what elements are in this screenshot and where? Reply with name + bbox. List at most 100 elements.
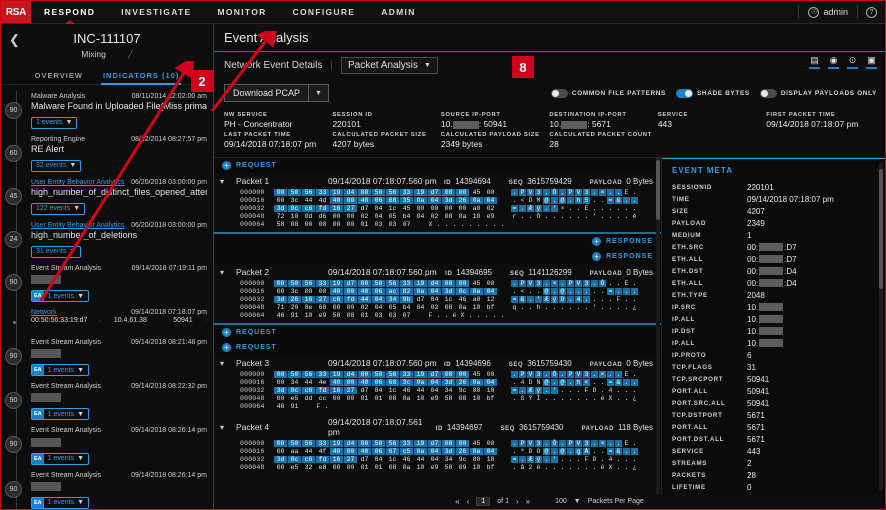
event-meta-row[interactable]: PORT.ALL 50941 [662, 385, 885, 397]
packet-scrollbar-thumb[interactable] [656, 160, 660, 220]
packet-header[interactable]: ▾ Packet 1 09/14/2018 07:18:07.560 pm ID 143… [214, 173, 661, 188]
indicator-source[interactable]: User Entity Behavior Analytics [31, 179, 124, 186]
event-meta-row[interactable]: ETH.ALL 00::D4 [662, 277, 885, 289]
download-pcap-dropdown[interactable]: ▼ [309, 84, 329, 102]
tab-indicators[interactable]: INDICATORS (10) [100, 68, 182, 85]
event-meta-row[interactable]: ETH.ALL 00::D7 [662, 253, 885, 265]
hex-byte: 45 [472, 280, 481, 287]
next-page-button[interactable]: › [516, 497, 519, 506]
event-meta-row[interactable]: SIZE 4207 [662, 205, 885, 217]
expand-icon[interactable]: + [592, 237, 602, 246]
indicator-source[interactable]: Network [31, 309, 57, 316]
list-view-icon[interactable]: ▤ [809, 56, 820, 69]
packet-header[interactable]: ▾ Packet 4 09/14/2018 07:18:07.561 pm ID 143… [214, 414, 661, 439]
expand-icon[interactable]: + [222, 343, 231, 352]
events-pill[interactable]: 32 events ▼ [31, 159, 82, 172]
events-pill[interactable]: EA 1 events ▼ [31, 496, 90, 509]
event-meta-row[interactable]: PORT.DST.ALL 5671 [662, 433, 885, 445]
event-meta-row[interactable]: ETH.SRC 00::D7 [662, 241, 885, 253]
indicator-item[interactable]: 60 Reporting Engine 08/12/2014 08:27:57 pm… [1, 132, 213, 175]
back-chevron-icon[interactable]: ❮ [9, 32, 20, 48]
ascii-char: . [592, 448, 597, 455]
event-meta-row[interactable]: IP.DST 10. [662, 325, 885, 337]
event-meta-row[interactable]: LIFETIME 0 [662, 481, 885, 493]
download-pcap-button[interactable]: Download PCAP [224, 84, 310, 102]
event-meta-row[interactable]: IP.SRC 10. [662, 301, 885, 313]
per-page-value[interactable]: 100 [555, 498, 567, 505]
packet-list[interactable]: + REQUEST ▾ Packet 1 09/14/2018 07:18:07.560… [214, 158, 662, 494]
events-pill[interactable]: EA 1 events ▼ [31, 408, 90, 421]
indicators-timeline[interactable]: 90 Malware Analysis 08/11/2014 12:02:00 am… [1, 85, 213, 509]
indicator-item[interactable]: 90 Event Stream Analysis 09/14/2018 08:22:… [1, 379, 213, 423]
event-meta-row[interactable]: SESSIONID 220101 [662, 181, 885, 193]
event-meta-row[interactable]: IP.PROTO 6 [662, 349, 885, 361]
event-meta-row[interactable]: TCP.FLAGS 31 [662, 361, 885, 373]
file-view-icon[interactable]: ⊙ [847, 56, 858, 69]
event-meta-row[interactable]: IP.ALL 10. [662, 313, 885, 325]
first-page-button[interactable]: « [455, 497, 459, 506]
indicator-item[interactable]: 90 Malware Analysis 08/11/2014 12:02:00 am… [1, 89, 213, 132]
packet-header[interactable]: ▾ Packet 3 09/14/2018 07:18:07.560 pm ID 143… [214, 355, 661, 370]
event-meta-row[interactable]: TCP.SRCPORT 50941 [662, 373, 885, 385]
per-page-chevron-icon[interactable]: ▼ [574, 498, 581, 505]
nav-item-respond[interactable]: RESPOND [31, 1, 108, 23]
event-meta-row[interactable]: SERVICE 443 [662, 445, 885, 457]
indicator-source[interactable]: User Entity Behavior Analytics [31, 222, 124, 229]
indicator-item[interactable]: 90 Event Stream Analysis 09/14/2018 07:19:… [1, 261, 213, 305]
event-meta-row[interactable]: TCP.DSTPORT 5671 [662, 409, 885, 421]
ascii-char: ý [551, 296, 558, 303]
last-page-button[interactable]: » [526, 497, 530, 506]
help-button[interactable]: ? [858, 6, 885, 18]
expand-icon[interactable]: + [222, 161, 231, 170]
nav-item-monitor[interactable]: MONITOR [204, 1, 279, 23]
event-meta-row[interactable]: TIME 09/14/2018 07:18:07 pm [662, 193, 885, 205]
meta-label: NW SERVICE [224, 112, 268, 118]
user-menu[interactable]: ☉ admin [799, 6, 857, 18]
collapse-chevron-icon[interactable]: ▾ [220, 423, 230, 432]
text-view-icon[interactable]: ▣ [866, 56, 877, 69]
events-pill[interactable]: 1 events ▼ [31, 116, 78, 129]
indicator-item[interactable]: Network 09/14/2018 07:18:07 pm 00:50:56:33… [1, 305, 213, 335]
edit-pencil-icon[interactable]: ╱ [128, 50, 133, 59]
nav-item-admin[interactable]: ADMIN [368, 1, 428, 23]
events-pill[interactable]: 122 events ▼ [31, 202, 86, 215]
current-page-input[interactable]: 1 [476, 497, 491, 506]
meta-scrollbar-thumb[interactable] [879, 169, 883, 289]
collapse-chevron-icon[interactable]: ▾ [220, 268, 230, 277]
event-meta-panel[interactable]: EVENT META SESSIONID 220101 TIME 09/14/2018… [662, 158, 885, 494]
toggle-display-payloads-only[interactable] [759, 88, 777, 98]
nav-item-configure[interactable]: CONFIGURE [280, 1, 369, 23]
events-pill[interactable]: EA 1 events ▼ [31, 290, 90, 303]
prev-page-button[interactable]: ‹ [467, 497, 470, 506]
collapse-chevron-icon[interactable]: ▾ [220, 359, 230, 368]
indicator-item[interactable]: 90 Event Stream Analysis 09/14/2018 08:26:… [1, 423, 213, 467]
nav-item-investigate[interactable]: INVESTIGATE [108, 1, 204, 23]
event-meta-row[interactable]: MEDIUM 1 [662, 229, 885, 241]
indicator-item[interactable]: 90 Event Stream Analysis 09/14/2018 08:26:… [1, 468, 213, 510]
indicator-item[interactable]: 45 User Entity Behavior Analytics 06/20/20… [1, 175, 213, 218]
ascii-char: . [592, 296, 597, 303]
expand-icon[interactable]: + [592, 252, 602, 261]
event-meta-row[interactable]: ETH.TYPE 2048 [662, 289, 885, 301]
event-meta-row[interactable]: PACKETS 28 [662, 469, 885, 481]
indicator-item[interactable]: 24 User Entity Behavior Analytics 06/20/20… [1, 218, 213, 261]
events-pill[interactable]: EA 1 events ▼ [31, 452, 90, 465]
event-meta-row[interactable]: PORT.ALL 5671 [662, 421, 885, 433]
view-select[interactable]: Packet Analysis ▼ [340, 56, 438, 74]
events-pill[interactable]: 31 events ▼ [31, 245, 82, 258]
event-meta-row[interactable]: PORT.SRC.ALL 50941 [662, 397, 885, 409]
toggle-shade-bytes[interactable] [675, 88, 693, 98]
packet-header[interactable]: ▾ Packet 2 09/14/2018 07:18:07.560 pm ID 143… [214, 264, 661, 279]
event-meta-row[interactable]: IP.ALL 10. [662, 337, 885, 349]
expand-icon[interactable]: + [222, 328, 231, 337]
event-meta-row[interactable]: STREAMS 2 [662, 457, 885, 469]
event-meta-row[interactable]: PAYLOAD 2349 [662, 217, 885, 229]
indicator-item[interactable]: 90 Event Stream Analysis 09/14/2018 08:21:… [1, 335, 213, 379]
toggle-common-file-patterns[interactable] [550, 88, 568, 98]
collapse-chevron-icon[interactable]: ▾ [220, 177, 230, 186]
events-pill[interactable]: EA 1 events ▼ [31, 364, 90, 377]
packet-view-icon[interactable]: ◉ [828, 56, 839, 69]
tab-overview[interactable]: OVERVIEW [33, 68, 85, 84]
event-meta-row[interactable]: ETH.DST 00::D4 [662, 265, 885, 277]
response-label: RESPONSE [606, 238, 653, 245]
